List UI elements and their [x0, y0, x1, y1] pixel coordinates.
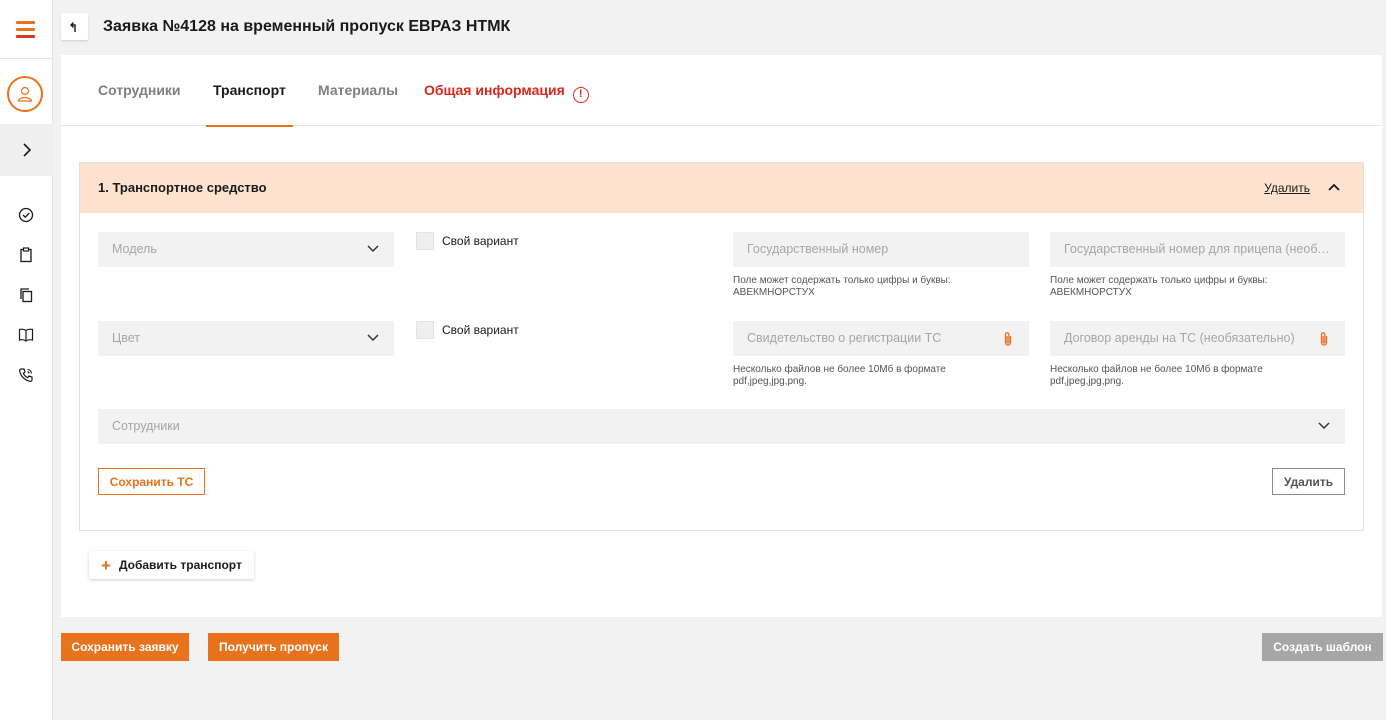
model-custom-checkbox[interactable]: [416, 232, 434, 250]
add-transport-button[interactable]: + Добавить транспорт: [89, 551, 254, 579]
tab-transport[interactable]: Транспорт: [206, 82, 293, 127]
model-select[interactable]: Модель: [98, 232, 394, 267]
model-custom-label: Свой вариант: [442, 234, 519, 248]
clipboard-icon[interactable]: [17, 246, 35, 264]
save-request-button[interactable]: Сохранить заявку: [61, 633, 189, 661]
plus-icon: +: [101, 555, 111, 575]
color-placeholder: Цвет: [112, 331, 141, 345]
color-custom-option[interactable]: Свой вариант: [416, 321, 526, 339]
error-icon: !: [572, 87, 589, 103]
model-custom-option[interactable]: Свой вариант: [416, 232, 526, 250]
copy-icon[interactable]: [17, 286, 35, 304]
color-custom-checkbox[interactable]: [416, 321, 434, 339]
registration-placeholder: Свидетельство о регистрации ТС: [747, 331, 942, 345]
user-icon[interactable]: [7, 76, 43, 112]
phone-icon[interactable]: [17, 366, 35, 384]
color-select[interactable]: Цвет: [98, 321, 394, 356]
tab-materials[interactable]: Материалы: [318, 82, 398, 126]
chevron-up-icon[interactable]: [1325, 178, 1343, 196]
add-transport-label: Добавить транспорт: [118, 558, 242, 572]
chevron-down-icon: [1317, 419, 1331, 433]
tab-general-info-label: Общая информация: [424, 82, 565, 98]
registration-hint: Несколько файлов не более 10Мб в формате…: [733, 364, 946, 387]
employees-placeholder: Сотрудники: [112, 419, 180, 433]
check-circle-icon[interactable]: [17, 206, 35, 224]
registration-file-input[interactable]: Свидетельство о регистрации ТС: [733, 321, 1029, 356]
chevron-down-icon: [366, 331, 380, 345]
delete-vehicle-link[interactable]: Удалить: [1264, 181, 1310, 195]
back-arrow-icon: [69, 21, 76, 32]
main-panel: Сотрудники Транспорт Материалы Общая инф…: [61, 55, 1382, 617]
chevron-down-icon: [366, 242, 380, 256]
plate-hint: Поле может содержать только цифры и букв…: [733, 275, 951, 298]
plate-placeholder: Государственный номер: [747, 242, 889, 256]
sidebar-divider: [0, 58, 53, 59]
lease-placeholder: Договор аренды на ТС (необязательно): [1064, 331, 1295, 345]
lease-file-input[interactable]: Договор аренды на ТС (необязательно): [1050, 321, 1345, 356]
trailer-plate-hint: Поле может содержать только цифры и букв…: [1050, 275, 1268, 298]
save-vehicle-button[interactable]: Сохранить ТС: [98, 468, 205, 495]
create-template-button[interactable]: Создать шаблон: [1262, 633, 1383, 661]
model-placeholder: Модель: [112, 242, 157, 256]
page-title: Заявка №4128 на временный пропуск ЕВРАЗ …: [103, 18, 511, 35]
delete-vehicle-button[interactable]: Удалить: [1272, 468, 1345, 495]
tab-bar: Сотрудники Транспорт Материалы Общая инф…: [61, 55, 1382, 127]
paperclip-icon[interactable]: [1001, 330, 1015, 348]
tab-general-info[interactable]: Общая информация!: [424, 82, 589, 126]
lease-hint: Несколько файлов не более 10Мб в формате…: [1050, 364, 1263, 387]
sidebar: [0, 0, 53, 720]
menu-icon[interactable]: [16, 21, 35, 38]
trailer-plate-input[interactable]: Государственный номер для прицепа (необя…: [1050, 232, 1345, 267]
paperclip-icon[interactable]: [1317, 330, 1331, 348]
employees-select[interactable]: Сотрудники: [98, 409, 1345, 444]
get-pass-button[interactable]: Получить пропуск: [208, 633, 339, 661]
back-button[interactable]: [61, 13, 88, 40]
color-custom-label: Свой вариант: [442, 323, 519, 337]
chevron-right-icon[interactable]: [0, 124, 53, 176]
book-icon[interactable]: [17, 326, 35, 344]
vehicle-card: 1. Транспортное средство Удалить Модель …: [79, 162, 1364, 531]
tab-employees[interactable]: Сотрудники: [98, 82, 181, 126]
vehicle-card-title: 1. Транспортное средство: [98, 180, 267, 195]
vehicle-card-header[interactable]: 1. Транспортное средство Удалить: [80, 163, 1363, 213]
trailer-plate-placeholder: Государственный номер для прицепа (необя…: [1064, 242, 1334, 256]
plate-input[interactable]: Государственный номер: [733, 232, 1029, 267]
